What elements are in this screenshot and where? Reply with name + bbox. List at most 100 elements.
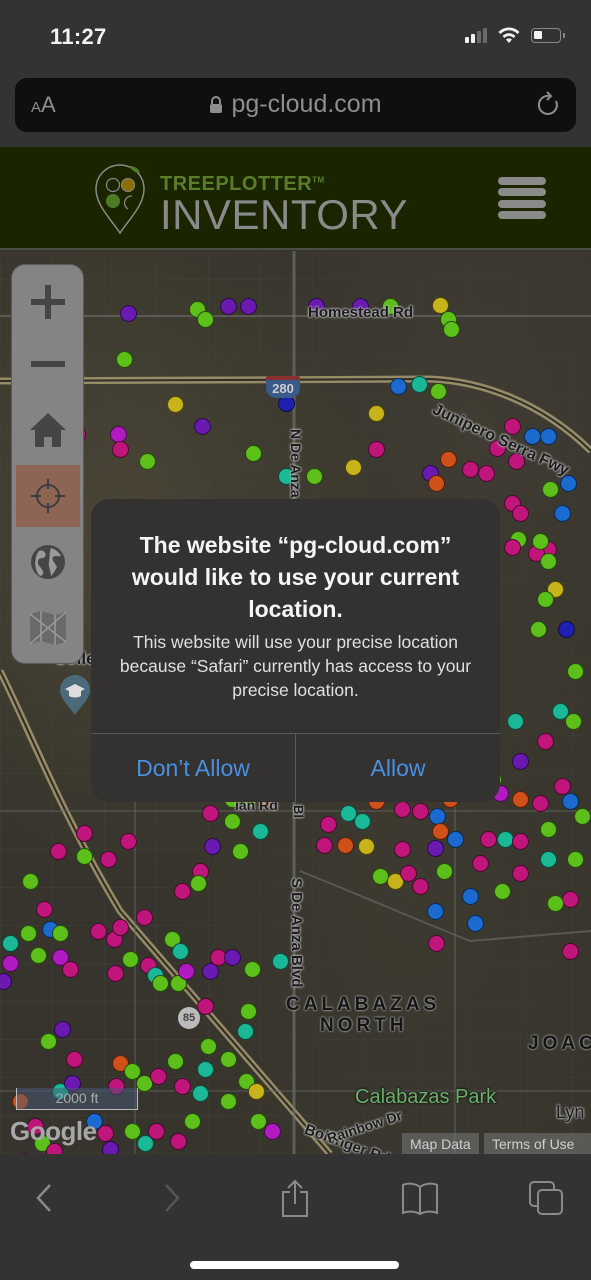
url-display[interactable]: pg-cloud.com bbox=[15, 90, 576, 119]
tree-marker[interactable] bbox=[52, 925, 69, 942]
tree-marker[interactable] bbox=[567, 851, 584, 868]
tree-marker[interactable] bbox=[194, 418, 211, 435]
tree-marker[interactable] bbox=[220, 1093, 237, 1110]
tree-marker[interactable] bbox=[540, 851, 557, 868]
tree-marker[interactable] bbox=[192, 1085, 209, 1102]
tree-marker[interactable] bbox=[240, 298, 257, 315]
tree-marker[interactable] bbox=[430, 383, 447, 400]
tree-marker[interactable] bbox=[512, 865, 529, 882]
tree-marker[interactable] bbox=[337, 837, 354, 854]
tree-marker[interactable] bbox=[237, 1023, 254, 1040]
tree-marker[interactable] bbox=[540, 553, 557, 570]
locate-button[interactable] bbox=[16, 465, 80, 527]
tree-marker[interactable] bbox=[66, 1051, 83, 1068]
tree-marker[interactable] bbox=[50, 843, 67, 860]
tree-marker[interactable] bbox=[512, 791, 529, 808]
tree-marker[interactable] bbox=[447, 831, 464, 848]
tree-marker[interactable] bbox=[112, 441, 129, 458]
tree-marker[interactable] bbox=[150, 1068, 167, 1085]
tree-marker[interactable] bbox=[547, 895, 564, 912]
tree-marker[interactable] bbox=[167, 396, 184, 413]
tree-marker[interactable] bbox=[20, 925, 37, 942]
tree-marker[interactable] bbox=[532, 533, 549, 550]
tree-marker[interactable] bbox=[152, 975, 169, 992]
tabs-button[interactable] bbox=[524, 1176, 568, 1220]
tree-marker[interactable] bbox=[306, 468, 323, 485]
tree-marker[interactable] bbox=[220, 1051, 237, 1068]
tree-marker[interactable] bbox=[472, 855, 489, 872]
tree-marker[interactable] bbox=[22, 873, 39, 890]
tree-marker[interactable] bbox=[248, 1083, 265, 1100]
tree-marker[interactable] bbox=[558, 621, 575, 638]
tree-marker[interactable] bbox=[102, 1141, 119, 1154]
tree-marker[interactable] bbox=[512, 753, 529, 770]
tree-marker[interactable] bbox=[316, 837, 333, 854]
tree-marker[interactable] bbox=[100, 851, 117, 868]
map-data-link[interactable]: Map Data bbox=[402, 1133, 479, 1155]
tree-marker[interactable] bbox=[62, 961, 79, 978]
bookmarks-button[interactable] bbox=[398, 1176, 442, 1220]
tree-marker[interactable] bbox=[252, 823, 269, 840]
tree-marker[interactable] bbox=[427, 903, 444, 920]
tree-marker[interactable] bbox=[462, 888, 479, 905]
tree-marker[interactable] bbox=[354, 813, 371, 830]
tree-marker[interactable] bbox=[30, 947, 47, 964]
tree-marker[interactable] bbox=[202, 805, 219, 822]
tree-marker[interactable] bbox=[412, 803, 429, 820]
tree-marker[interactable] bbox=[562, 793, 579, 810]
tree-marker[interactable] bbox=[76, 848, 93, 865]
tree-marker[interactable] bbox=[170, 1133, 187, 1150]
share-button[interactable] bbox=[273, 1176, 317, 1220]
tree-marker[interactable] bbox=[320, 816, 337, 833]
tree-marker[interactable] bbox=[565, 713, 582, 730]
tree-marker[interactable] bbox=[542, 481, 559, 498]
tree-marker[interactable] bbox=[174, 1078, 191, 1095]
tree-marker[interactable] bbox=[190, 875, 207, 892]
tree-marker[interactable] bbox=[220, 298, 237, 315]
tree-marker[interactable] bbox=[467, 915, 484, 932]
url-bar[interactable]: AA pg-cloud.com bbox=[15, 78, 576, 132]
tree-marker[interactable] bbox=[567, 663, 584, 680]
tree-marker[interactable] bbox=[443, 321, 460, 338]
tree-marker[interactable] bbox=[178, 963, 195, 980]
tree-marker[interactable] bbox=[345, 459, 362, 476]
zoom-out-button[interactable] bbox=[16, 333, 80, 395]
tree-marker[interactable] bbox=[120, 305, 137, 322]
tree-marker[interactable] bbox=[562, 891, 579, 908]
tree-marker[interactable] bbox=[112, 919, 129, 936]
tree-marker[interactable] bbox=[224, 949, 241, 966]
tree-marker[interactable] bbox=[368, 441, 385, 458]
forward-button[interactable] bbox=[150, 1176, 194, 1220]
basemap-button[interactable] bbox=[16, 597, 80, 659]
tree-marker[interactable] bbox=[436, 863, 453, 880]
home-button[interactable] bbox=[16, 399, 80, 461]
tree-marker[interactable] bbox=[184, 1113, 201, 1130]
tree-marker[interactable] bbox=[148, 1123, 165, 1140]
tree-marker[interactable] bbox=[76, 825, 93, 842]
zoom-in-button[interactable] bbox=[16, 271, 80, 333]
tree-marker[interactable] bbox=[358, 838, 375, 855]
tree-marker[interactable] bbox=[204, 838, 221, 855]
tree-marker[interactable] bbox=[504, 539, 521, 556]
tree-marker[interactable] bbox=[462, 461, 479, 478]
tree-marker[interactable] bbox=[427, 840, 444, 857]
tree-marker[interactable] bbox=[512, 833, 529, 850]
dont-allow-button[interactable]: Don’t Allow bbox=[91, 734, 295, 802]
globe-button[interactable] bbox=[16, 531, 80, 593]
tree-marker[interactable] bbox=[562, 943, 579, 960]
tree-marker[interactable] bbox=[136, 909, 153, 926]
tree-marker[interactable] bbox=[197, 1061, 214, 1078]
tree-marker[interactable] bbox=[394, 801, 411, 818]
tree-marker[interactable] bbox=[494, 883, 511, 900]
tree-marker[interactable] bbox=[2, 955, 19, 972]
tree-marker[interactable] bbox=[245, 445, 262, 462]
tree-marker[interactable] bbox=[368, 405, 385, 422]
tree-marker[interactable] bbox=[537, 733, 554, 750]
tree-marker[interactable] bbox=[40, 1033, 57, 1050]
tree-marker[interactable] bbox=[412, 878, 429, 895]
tree-marker[interactable] bbox=[537, 591, 554, 608]
hamburger-menu-icon[interactable] bbox=[498, 177, 546, 219]
tree-marker[interactable] bbox=[240, 1003, 257, 1020]
back-button[interactable] bbox=[22, 1176, 66, 1220]
tree-marker[interactable] bbox=[200, 1038, 217, 1055]
